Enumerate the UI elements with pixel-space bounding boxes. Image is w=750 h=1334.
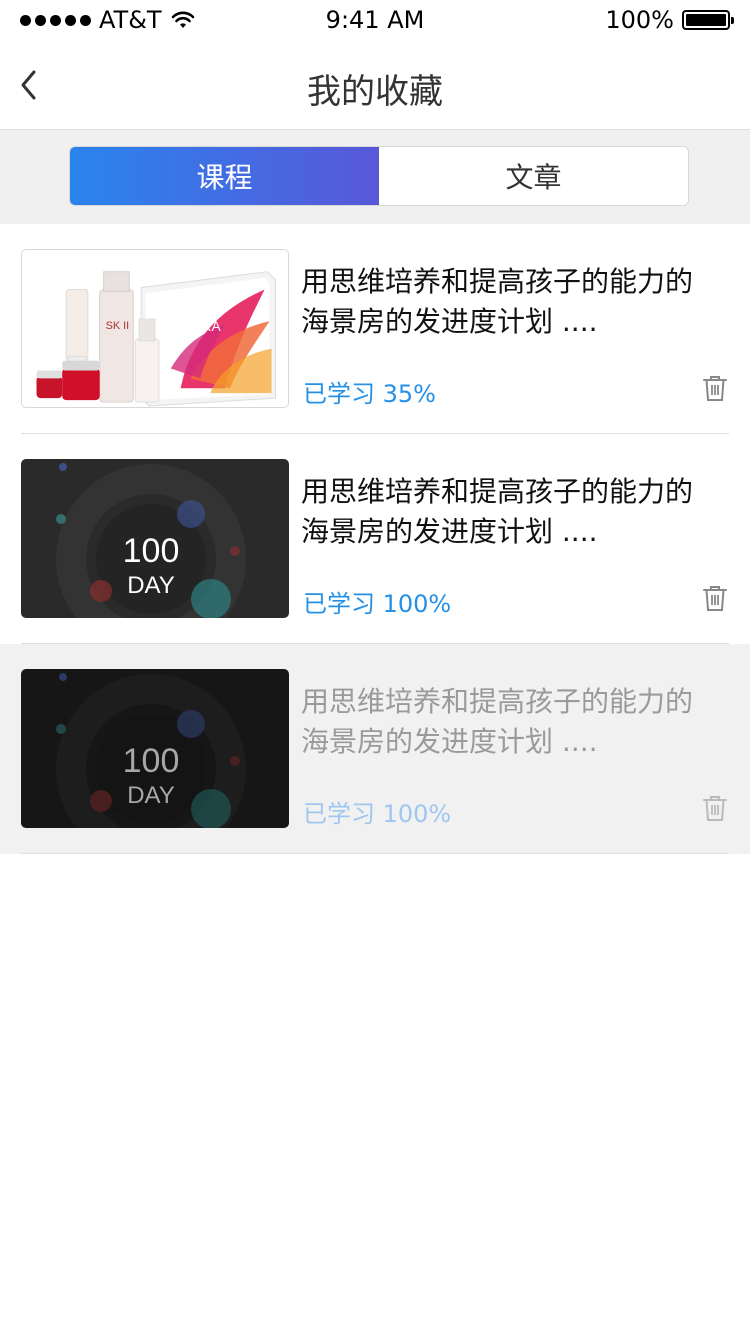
tab-courses[interactable]: 课程 xyxy=(70,147,379,205)
course-thumbnail: 100 DAY xyxy=(21,669,289,828)
status-right: 100% xyxy=(605,6,734,34)
learning-progress: 已学习 100% xyxy=(303,590,452,618)
100-day-image: 100 DAY xyxy=(21,669,289,828)
box-brand-text: PITERA xyxy=(171,318,222,334)
trash-icon[interactable] xyxy=(702,374,728,402)
trash-icon[interactable] xyxy=(702,794,728,822)
skincare-product-image: PITERA SK II xyxy=(22,250,288,407)
battery-icon xyxy=(682,10,734,30)
course-title[interactable]: 用思维培养和提高孩子的能力的海景房的发进度计划 .... xyxy=(301,682,701,762)
thumb-day: DAY xyxy=(127,572,175,599)
learning-progress: 已学习 100% xyxy=(303,800,452,828)
course-thumbnail: PITERA SK II xyxy=(21,249,289,408)
thumb-number: 100 xyxy=(123,532,180,570)
segmented-control: 课程 文章 xyxy=(69,146,689,206)
favorites-list: PITERA SK II 用思维培养和提高孩子的能力的海景房的发进度计划 ...… xyxy=(0,224,750,854)
divider xyxy=(21,853,729,854)
bottle-brand-text: SK II xyxy=(106,320,130,332)
list-item[interactable]: 100 DAY 用思维培养和提高孩子的能力的海景房的发进度计划 .... 已学习… xyxy=(0,434,750,644)
nav-bar: 我的收藏 xyxy=(0,40,750,130)
tab-articles[interactable]: 文章 xyxy=(379,147,688,205)
list-item[interactable]: 100 DAY 用思维培养和提高孩子的能力的海景房的发进度计划 .... 已学习… xyxy=(0,644,750,854)
tab-area: 课程 文章 xyxy=(0,130,750,224)
list-item[interactable]: PITERA SK II 用思维培养和提高孩子的能力的海景房的发进度计划 ...… xyxy=(0,224,750,434)
thumb-day: DAY xyxy=(127,782,175,809)
status-bar: AT&T 9:41 AM 100% xyxy=(0,0,750,40)
course-thumbnail: 100 DAY xyxy=(21,459,289,618)
100-day-image: 100 DAY xyxy=(21,459,289,618)
battery-percent: 100% xyxy=(605,6,674,34)
course-title[interactable]: 用思维培养和提高孩子的能力的海景房的发进度计划 .... xyxy=(301,472,701,552)
trash-icon[interactable] xyxy=(702,584,728,612)
thumb-number: 100 xyxy=(123,742,180,780)
learning-progress: 已学习 35% xyxy=(303,380,436,408)
course-title[interactable]: 用思维培养和提高孩子的能力的海景房的发进度计划 .... xyxy=(301,262,701,342)
page-title: 我的收藏 xyxy=(307,72,443,112)
